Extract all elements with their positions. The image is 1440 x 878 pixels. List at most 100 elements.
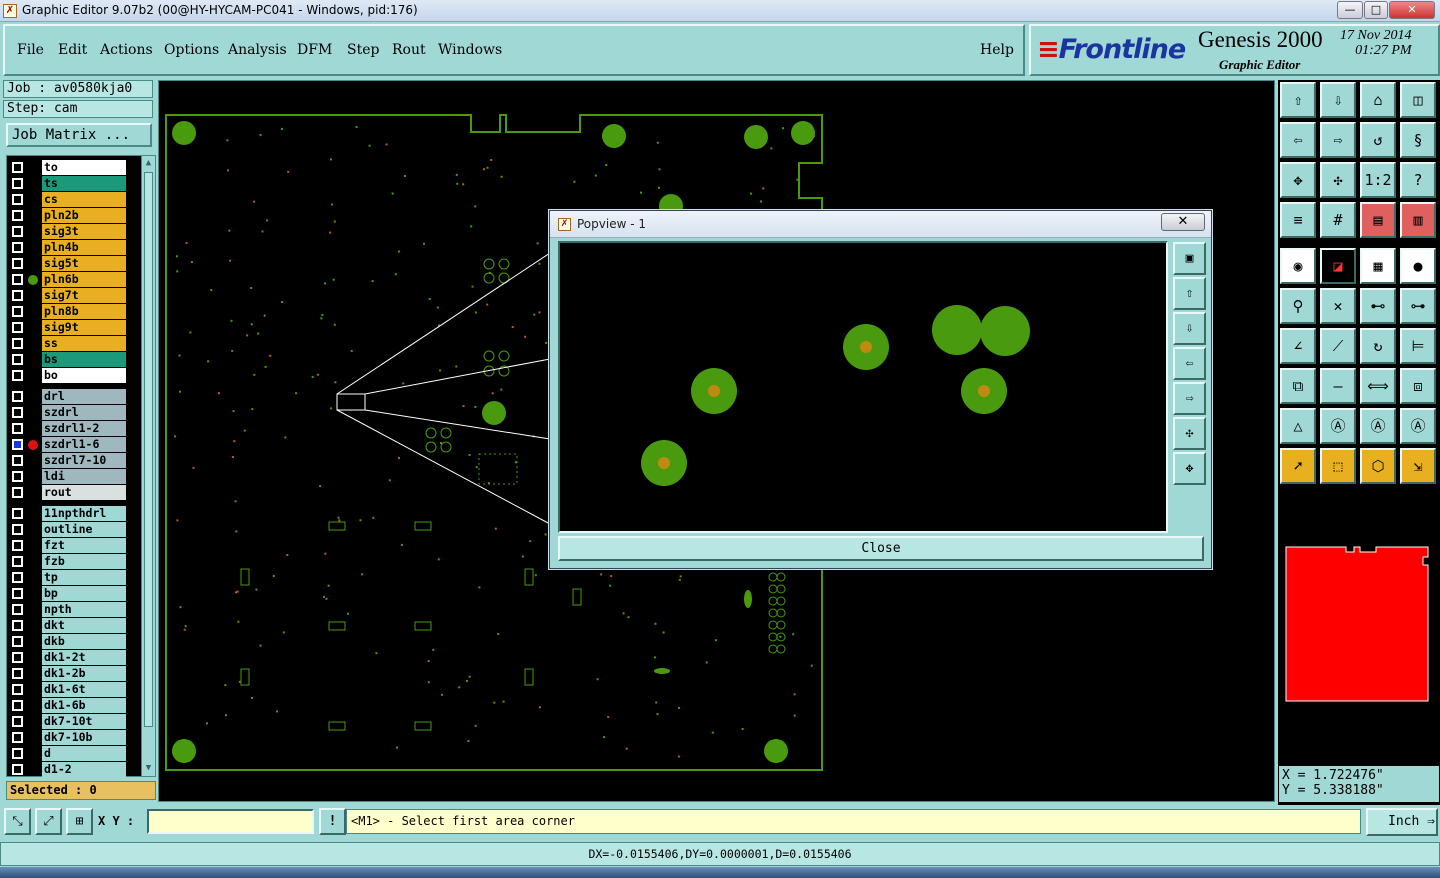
group-icon[interactable]: ⧈ [1400,368,1436,404]
layer-name[interactable]: npth [42,602,126,617]
layer-name[interactable]: dk7-10t [42,714,126,729]
layer-checkbox[interactable] [12,439,23,450]
layer-name[interactable]: dk1-6b [42,698,126,713]
layer-checkbox[interactable] [12,290,23,301]
snap-grid-icon[interactable]: ⊞ [66,808,93,835]
line-add-icon[interactable]: ⊷ [1360,288,1396,324]
xy-input[interactable] [147,809,314,834]
layer-name[interactable]: pln4b [42,240,126,255]
menu-actions[interactable]: Actions [100,42,153,58]
layer-name[interactable]: ldi [42,469,126,484]
layer-name[interactable]: sig9t [42,320,126,335]
layer-name[interactable]: szdrl1-2 [42,421,126,436]
layer-checkbox[interactable] [12,700,23,711]
help-icon[interactable]: ? [1400,162,1436,198]
layer-row[interactable]: sig7t [7,288,137,304]
popview-canvas[interactable] [558,241,1168,533]
layer-checkbox[interactable] [12,540,23,551]
pan-right-icon[interactable]: ⇨ [1320,122,1356,158]
menu-dfm[interactable]: DFM [297,42,332,58]
layer-row[interactable]: dk7-10b [7,730,137,746]
layer-checkbox[interactable] [12,471,23,482]
pan-left-icon[interactable]: ⇦ [1280,122,1316,158]
layer-row[interactable]: dk1-2t [7,650,137,666]
layer-checkbox[interactable] [12,508,23,519]
rotate-icon[interactable]: ↻ [1360,328,1396,364]
ruler-icon[interactable]: ▦ [1360,248,1396,284]
menu-help[interactable]: Help [980,42,1014,58]
layer-checkbox[interactable] [12,684,23,695]
layer-name[interactable]: fzt [42,538,126,553]
layer-name[interactable]: cs [42,192,126,207]
layer-row[interactable]: rout [7,485,137,501]
layer-row[interactable]: drl [7,389,137,405]
layer-row[interactable]: pln8b [7,304,137,320]
layer-name[interactable]: fzb [42,554,126,569]
layer-checkbox[interactable] [12,748,23,759]
layer-checkbox[interactable] [12,210,23,221]
job-matrix-button[interactable]: Job Matrix ... [6,123,152,147]
redraw-icon[interactable]: § [1400,122,1436,158]
layer-name[interactable]: dkt [42,618,126,633]
layer-checkbox[interactable] [12,764,23,775]
layer-row[interactable]: outline [7,522,137,538]
layer-checkbox[interactable] [12,455,23,466]
layer-row[interactable]: bp [7,586,137,602]
layer-row[interactable]: pln4b [7,240,137,256]
layer-row[interactable]: d [7,746,137,762]
layer-checkbox[interactable] [12,354,23,365]
layer-checkbox[interactable] [12,423,23,434]
layer-row[interactable]: sig5t [7,256,137,272]
undo-view-icon[interactable]: ↺ [1360,122,1396,158]
scroll-up-icon[interactable]: ▲ [143,157,154,169]
layer-checkbox[interactable] [12,274,23,285]
layer-row[interactable]: szdrl [7,405,137,421]
pad-add-icon[interactable]: ◉ [1280,248,1316,284]
layer-row[interactable]: 11npthdrl [7,506,137,522]
overview-map[interactable] [1284,545,1436,703]
layer-row[interactable]: sig3t [7,224,137,240]
minimize-button[interactable]: — [1337,1,1363,19]
layer-row[interactable]: szdrl1-6 [7,437,137,453]
measure-icon[interactable]: ⤢ [35,808,62,835]
zoom-in-icon[interactable]: ✥ [1280,162,1316,198]
connect-icon[interactable]: ⚲ [1280,288,1316,324]
layer-row[interactable]: ldi [7,469,137,485]
popview-pan-right-icon[interactable]: ⇨ [1173,382,1206,415]
pan-down-icon[interactable]: ⇩ [1320,82,1356,118]
popview-zoom-out-icon[interactable]: ✥ [1173,452,1206,485]
layer-checkbox[interactable] [12,636,23,647]
text-icon[interactable]: ⊨ [1400,328,1436,364]
layer-row[interactable]: dk1-2b [7,666,137,682]
layer-name[interactable]: to [42,160,126,175]
layer-row[interactable]: dk1-6t [7,682,137,698]
layer-name[interactable]: pln6b [42,272,126,287]
layer-name[interactable]: dk7-10b [42,730,126,745]
layer-checkbox[interactable] [12,732,23,743]
layer-name[interactable]: d [42,746,126,761]
layer-name[interactable]: ts [42,176,126,191]
display-icon[interactable]: ▤ [1360,202,1396,238]
select-poly-icon[interactable]: ⬡ [1360,448,1396,484]
layer-name[interactable]: dk1-2b [42,666,126,681]
layer-row[interactable]: fzt [7,538,137,554]
layer-name[interactable]: d1-2 [42,762,126,777]
popview-zoom-fit-icon[interactable]: ▣ [1173,242,1206,275]
menu-file[interactable]: File [17,42,44,58]
layer-checkbox[interactable] [12,338,23,349]
layer-row[interactable]: dkt [7,618,137,634]
layer-checkbox[interactable] [12,242,23,253]
layer-name[interactable]: dk1-6t [42,682,126,697]
layer-checkbox[interactable] [12,524,23,535]
layer-checkbox[interactable] [12,178,23,189]
layer-row[interactable]: szdrl7-10 [7,453,137,469]
copy-icon[interactable]: ⧉ [1280,368,1316,404]
alert-button[interactable]: ! [319,808,346,835]
layer-row[interactable]: pln6b [7,272,137,288]
select-net-icon[interactable]: ⇲ [1400,448,1436,484]
scroll-down-icon[interactable]: ▼ [143,762,154,774]
layer-checkbox[interactable] [12,306,23,317]
unit-selector[interactable]: Inch ⇒ [1366,808,1438,836]
layer-name[interactable]: dk1-2t [42,650,126,665]
menu-options[interactable]: Options [164,42,219,58]
